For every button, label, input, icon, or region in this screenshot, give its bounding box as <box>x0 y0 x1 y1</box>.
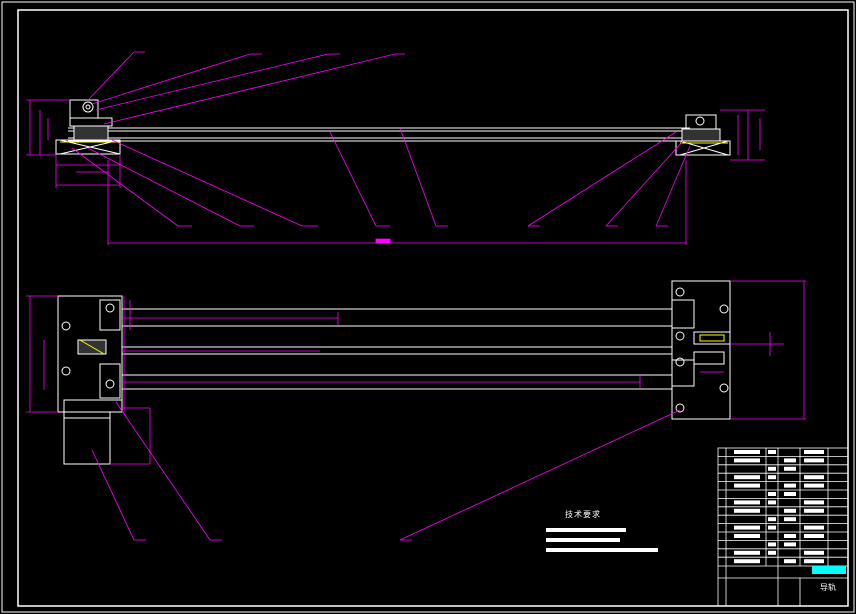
title-block-cell-fill <box>768 475 776 480</box>
cad-drawing-canvas: 导轨 <box>1 1 855 613</box>
title-block-cell-fill <box>784 483 796 488</box>
plan-view <box>26 280 806 541</box>
title-block-cell-fill <box>804 483 824 488</box>
title-block-cell-fill <box>768 517 776 522</box>
title-block-cell-fill <box>734 450 760 454</box>
title-block-cell-fill <box>784 534 796 538</box>
title-block-cell-fill <box>734 534 760 538</box>
title-block-cell-fill <box>784 508 796 513</box>
title-block-cell-fill <box>734 525 760 530</box>
title-block-cell-fill <box>768 550 776 555</box>
title-block-cell-fill <box>804 534 824 538</box>
title-block-cell-fill <box>734 559 760 564</box>
title-block-cell-fill <box>768 500 776 505</box>
title-block-cell-fill <box>734 550 760 555</box>
title-block-cell-fill <box>804 550 824 555</box>
title-block-cell-fill <box>734 483 760 488</box>
title-block-cell-fill <box>734 508 760 513</box>
title-block-cell-fill <box>768 542 776 547</box>
technical-requirements-title: 技术要求 <box>565 510 601 519</box>
title-block-cell-fill <box>804 525 824 530</box>
front-left-block <box>55 99 121 155</box>
title-block-cell-fill <box>804 508 824 513</box>
title-block-cell-fill <box>804 450 824 454</box>
front-right-block <box>675 114 731 156</box>
title-block-cell-fill <box>784 466 796 471</box>
front-dimensions <box>26 51 765 245</box>
plan-dimensions <box>26 280 806 541</box>
title-block-cell-fill <box>734 475 760 480</box>
title-block-cell-fill <box>734 500 760 505</box>
title-block-cell-fill <box>784 517 796 522</box>
technical-requirements-lines <box>546 528 658 552</box>
title-block-cell-fill <box>784 542 796 547</box>
title-block-name: 导轨 <box>820 582 836 592</box>
title-block-cell-fill <box>768 492 776 496</box>
title-block-cell-fill <box>804 559 824 564</box>
title-block-cell-fill <box>784 559 796 564</box>
title-block-cell-fill <box>734 458 760 463</box>
title-block-cell-fill <box>804 458 824 463</box>
title-block-cell-fill <box>768 525 776 530</box>
title-block-cell-fill <box>784 492 796 496</box>
mounting-holes <box>61 287 729 413</box>
front-view <box>26 51 765 245</box>
title-block-cell-fill <box>784 458 796 463</box>
title-block-cell-fill <box>804 500 824 505</box>
title-block-cell-fill <box>768 450 776 454</box>
title-block-cell-fill <box>804 475 824 480</box>
title-block-cell-fill <box>768 466 776 471</box>
